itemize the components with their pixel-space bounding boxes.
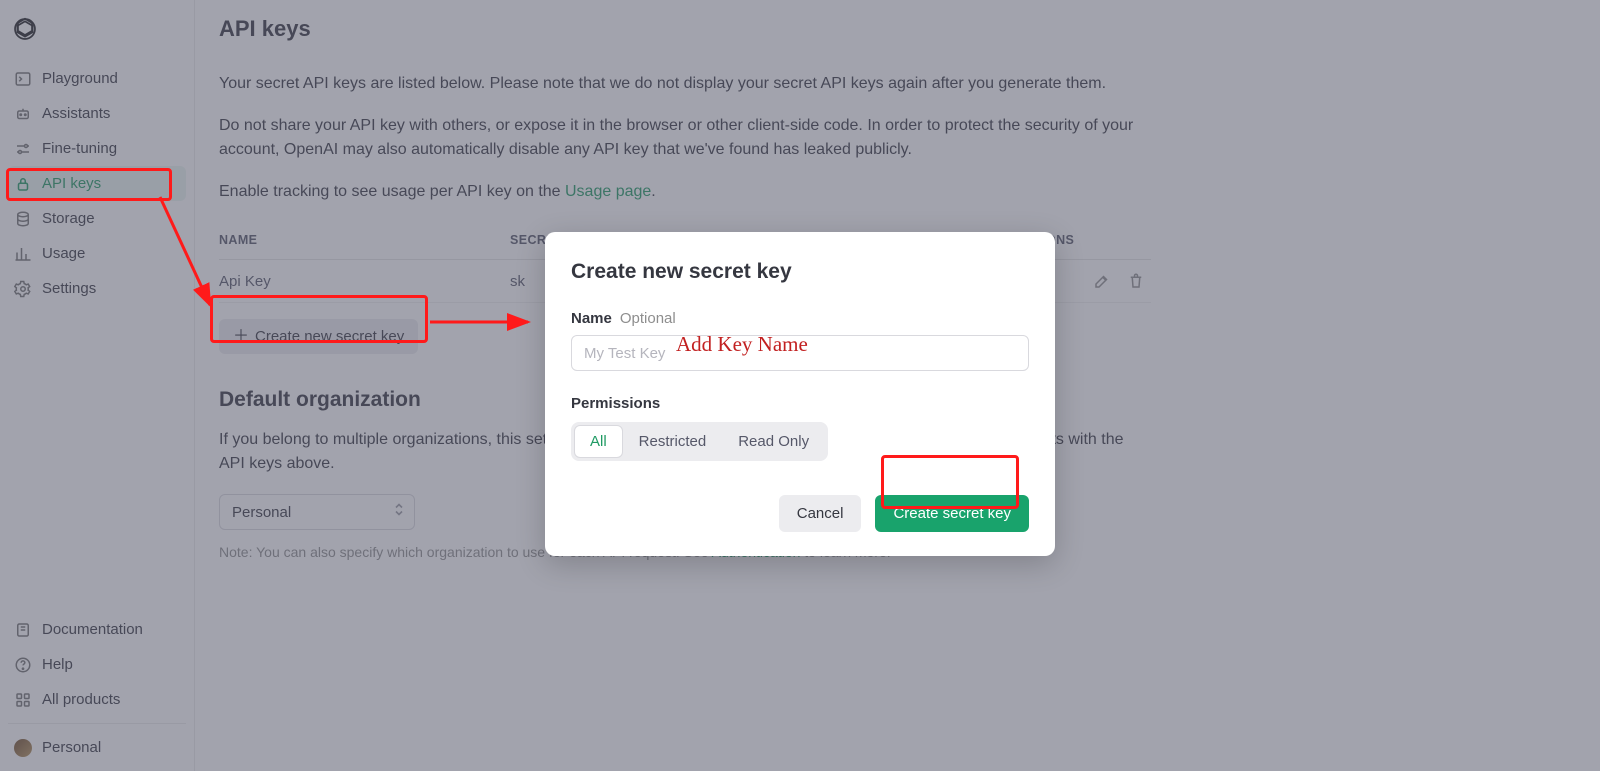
create-secret-key-submit[interactable]: Create secret key [875, 495, 1029, 532]
name-field-label: Name Optional [571, 310, 1029, 327]
permission-readonly[interactable]: Read Only [722, 425, 825, 458]
permissions-segmented-control: All Restricted Read Only [571, 422, 828, 461]
label-text: Name [571, 310, 612, 327]
permissions-label: Permissions [571, 395, 1029, 412]
permission-all[interactable]: All [574, 425, 623, 458]
label-hint: Optional [620, 310, 676, 327]
key-name-input[interactable] [571, 335, 1029, 371]
modal-title: Create new secret key [571, 260, 1029, 284]
cancel-button[interactable]: Cancel [779, 495, 862, 532]
modal-overlay[interactable]: Create new secret key Name Optional Perm… [0, 0, 1600, 771]
permission-restricted[interactable]: Restricted [623, 425, 723, 458]
create-key-modal: Create new secret key Name Optional Perm… [545, 232, 1055, 556]
